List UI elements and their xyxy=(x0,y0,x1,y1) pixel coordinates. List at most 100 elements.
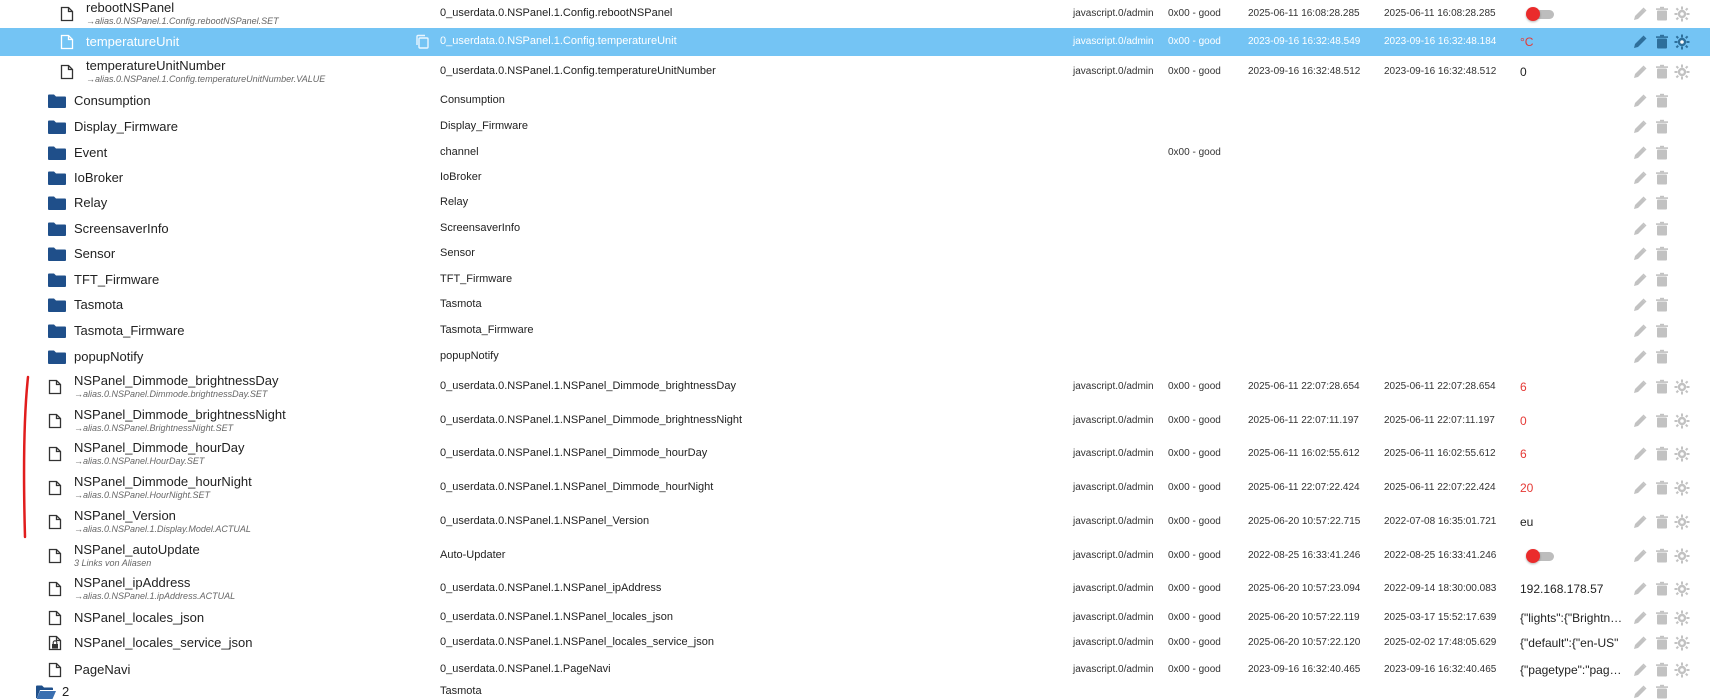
gear-icon[interactable] xyxy=(1674,610,1690,626)
gear-icon[interactable] xyxy=(1674,662,1690,678)
trash-icon[interactable] xyxy=(1654,221,1670,237)
pencil-icon[interactable] xyxy=(1632,297,1648,313)
state-value[interactable]: 20 xyxy=(1520,481,1533,495)
object-name[interactable]: rebootNSPanel xyxy=(86,0,174,15)
tree-row[interactable]: PageNavi 0_userdata.0.NSPanel.1.PageNavi j… xyxy=(0,656,1710,683)
gear-icon[interactable] xyxy=(1674,635,1690,651)
pencil-icon[interactable] xyxy=(1632,480,1648,496)
object-name[interactable]: NSPanel_Dimmode_brightnessNight xyxy=(74,407,286,422)
object-name[interactable]: NSPanel_locales_json xyxy=(74,610,204,625)
object-name[interactable]: NSPanel_Dimmode_hourNight xyxy=(74,474,252,489)
tree-row[interactable]: temperatureUnitNumber →alias.0.NSPanel.1.… xyxy=(0,56,1710,88)
trash-icon[interactable] xyxy=(1654,480,1670,496)
pencil-icon[interactable] xyxy=(1632,349,1648,365)
gear-icon[interactable] xyxy=(1674,413,1690,429)
state-value[interactable]: 0 xyxy=(1520,414,1527,428)
gear-icon[interactable] xyxy=(1674,379,1690,395)
tree-row[interactable]: NSPanel_Dimmode_brightnessDay →alias.0.NS… xyxy=(0,370,1710,404)
object-name[interactable]: NSPanel_Dimmode_brightnessDay xyxy=(74,373,279,388)
object-name[interactable]: popupNotify xyxy=(74,349,143,364)
state-value[interactable]: {"lights":{"Brightness xyxy=(1520,611,1628,625)
value-toggle[interactable] xyxy=(1526,7,1556,21)
pencil-icon[interactable] xyxy=(1632,272,1648,288)
state-value[interactable]: °C xyxy=(1520,35,1533,49)
tree-row[interactable]: Consumption Consumption xyxy=(0,88,1710,114)
tree-row[interactable]: temperatureUnit 0_userdata.0.NSPanel.1.Co… xyxy=(0,28,1710,56)
gear-icon[interactable] xyxy=(1674,548,1690,564)
object-name[interactable]: NSPanel_autoUpdate xyxy=(74,542,200,557)
object-name[interactable]: temperatureUnitNumber xyxy=(86,58,225,73)
tree-row[interactable]: Sensor Sensor xyxy=(0,241,1710,267)
pencil-icon[interactable] xyxy=(1632,34,1648,50)
gear-icon[interactable] xyxy=(1674,446,1690,462)
object-name[interactable]: Event xyxy=(74,145,107,160)
tree-row[interactable]: NSPanel_locales_service_json 0_userdata.0… xyxy=(0,630,1710,656)
object-name[interactable]: IoBroker xyxy=(74,170,123,185)
trash-icon[interactable] xyxy=(1654,93,1670,109)
pencil-icon[interactable] xyxy=(1632,119,1648,135)
tree-row[interactable]: Tasmota_Firmware Tasmota_Firmware xyxy=(0,318,1710,344)
state-value[interactable]: eu xyxy=(1520,515,1533,529)
trash-icon[interactable] xyxy=(1654,662,1670,678)
pencil-icon[interactable] xyxy=(1632,170,1648,186)
state-value[interactable]: 192.168.178.57 xyxy=(1520,582,1603,596)
gear-icon[interactable] xyxy=(1674,514,1690,530)
pencil-icon[interactable] xyxy=(1632,662,1648,678)
pencil-icon[interactable] xyxy=(1632,323,1648,339)
object-name[interactable]: NSPanel_locales_service_json xyxy=(74,635,253,650)
pencil-icon[interactable] xyxy=(1632,610,1648,626)
trash-icon[interactable] xyxy=(1654,195,1670,211)
pencil-icon[interactable] xyxy=(1632,581,1648,597)
trash-icon[interactable] xyxy=(1654,446,1670,462)
pencil-icon[interactable] xyxy=(1632,195,1648,211)
trash-icon[interactable] xyxy=(1654,323,1670,339)
gear-icon[interactable] xyxy=(1674,480,1690,496)
trash-icon[interactable] xyxy=(1654,610,1670,626)
gear-icon[interactable] xyxy=(1674,6,1690,22)
tree-row[interactable]: 2 Tasmota xyxy=(0,683,1710,700)
value-toggle[interactable] xyxy=(1526,548,1556,563)
pencil-icon[interactable] xyxy=(1632,635,1648,651)
tree-row[interactable]: TFT_Firmware TFT_Firmware xyxy=(0,267,1710,292)
tree-row[interactable]: NSPanel_ipAddress →alias.0.NSPanel.1.ipAd… xyxy=(0,572,1710,605)
tree-row[interactable]: NSPanel_Version →alias.0.NSPanel.1.Displa… xyxy=(0,505,1710,539)
trash-icon[interactable] xyxy=(1654,349,1670,365)
trash-icon[interactable] xyxy=(1654,684,1670,700)
pencil-icon[interactable] xyxy=(1632,221,1648,237)
pencil-icon[interactable] xyxy=(1632,145,1648,161)
trash-icon[interactable] xyxy=(1654,514,1670,530)
object-name[interactable]: Relay xyxy=(74,195,107,210)
object-name[interactable]: Display_Firmware xyxy=(74,119,178,134)
trash-icon[interactable] xyxy=(1654,272,1670,288)
object-name[interactable]: Sensor xyxy=(74,246,115,261)
state-value[interactable]: 0 xyxy=(1520,65,1527,79)
trash-icon[interactable] xyxy=(1654,170,1670,186)
state-value[interactable]: 6 xyxy=(1520,380,1527,394)
trash-icon[interactable] xyxy=(1654,581,1670,597)
pencil-icon[interactable] xyxy=(1632,246,1648,262)
trash-icon[interactable] xyxy=(1654,413,1670,429)
tree-row[interactable]: NSPanel_Dimmode_brightnessNight →alias.0.… xyxy=(0,404,1710,437)
trash-icon[interactable] xyxy=(1654,548,1670,564)
tree-row[interactable]: Display_Firmware Display_Firmware xyxy=(0,114,1710,140)
tree-row[interactable]: IoBroker IoBroker xyxy=(0,165,1710,190)
object-name[interactable]: NSPanel_ipAddress xyxy=(74,575,190,590)
pencil-icon[interactable] xyxy=(1632,6,1648,22)
pencil-icon[interactable] xyxy=(1632,93,1648,109)
tree-row[interactable]: Event channel 0x00 - good xyxy=(0,140,1710,165)
pencil-icon[interactable] xyxy=(1632,379,1648,395)
object-name[interactable]: Tasmota_Firmware xyxy=(74,323,185,338)
tree-row[interactable]: Relay Relay xyxy=(0,190,1710,216)
tree-row[interactable]: NSPanel_locales_json 0_userdata.0.NSPanel… xyxy=(0,605,1710,630)
gear-icon[interactable] xyxy=(1674,64,1690,80)
trash-icon[interactable] xyxy=(1654,246,1670,262)
trash-icon[interactable] xyxy=(1654,635,1670,651)
trash-icon[interactable] xyxy=(1654,119,1670,135)
tree-row[interactable]: NSPanel_Dimmode_hourNight →alias.0.NSPane… xyxy=(0,471,1710,505)
copy-icon[interactable] xyxy=(414,34,430,55)
trash-icon[interactable] xyxy=(1654,34,1670,50)
pencil-icon[interactable] xyxy=(1632,64,1648,80)
trash-icon[interactable] xyxy=(1654,145,1670,161)
object-name[interactable]: Consumption xyxy=(74,93,151,108)
object-name[interactable]: NSPanel_Version xyxy=(74,508,176,523)
